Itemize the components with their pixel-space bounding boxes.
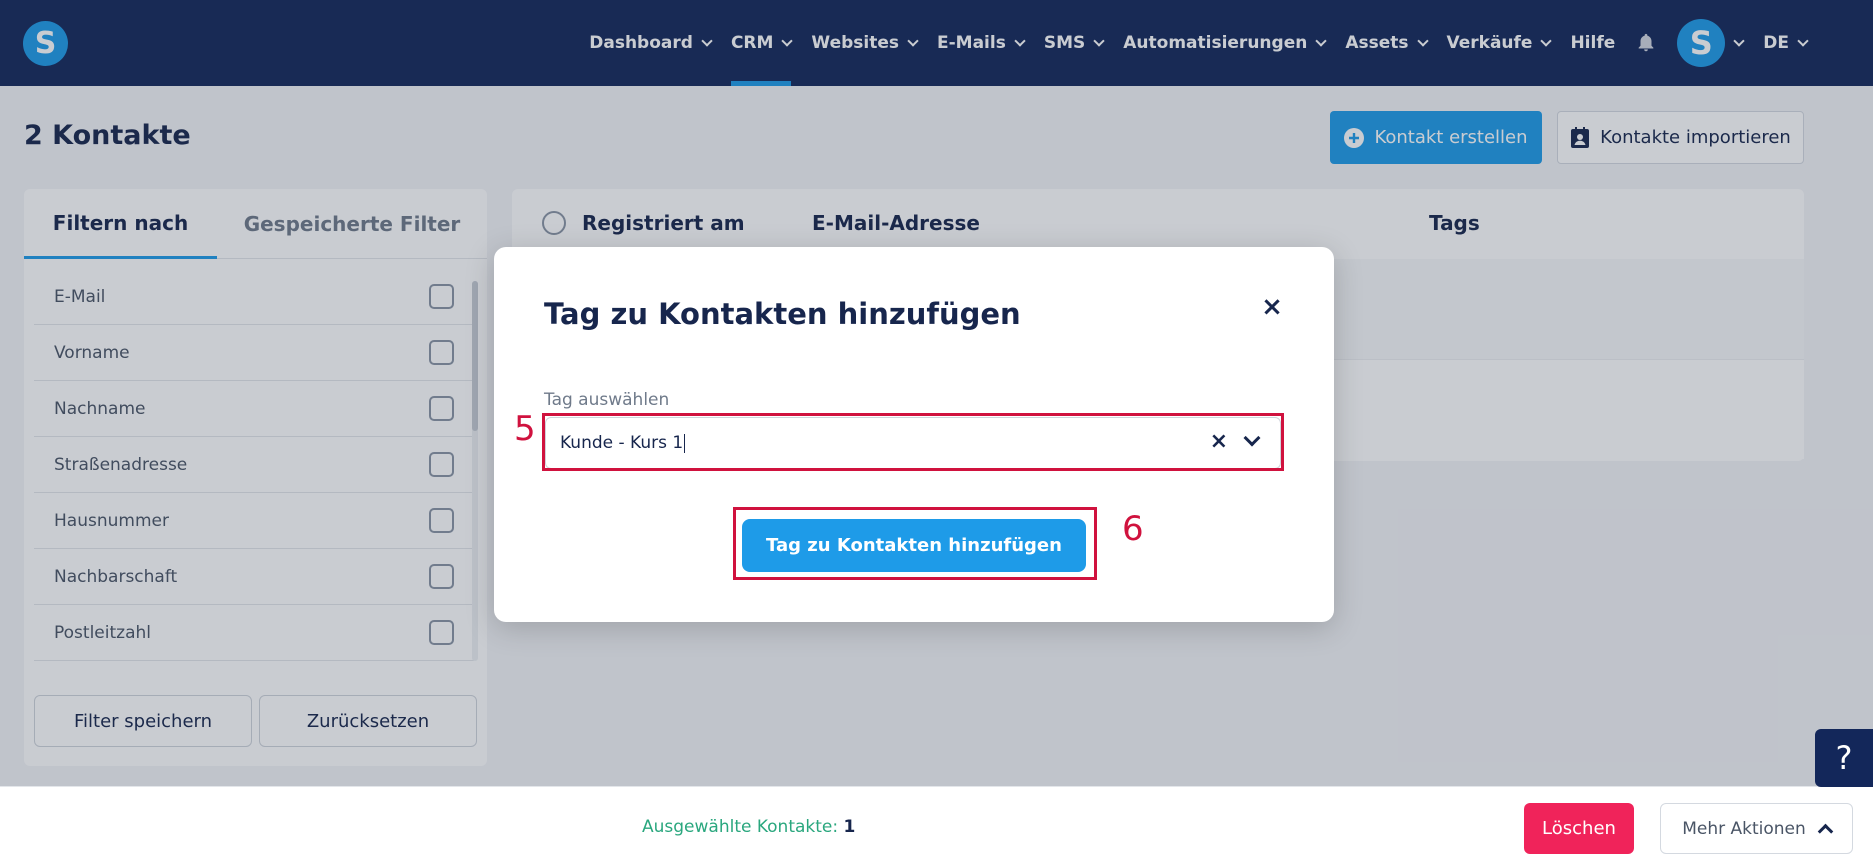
tag-select-label: Tag auswählen bbox=[544, 390, 670, 410]
step-highlight-submit bbox=[733, 507, 1097, 580]
step-number-submit: 6 bbox=[1122, 509, 1144, 549]
step-highlight-select bbox=[542, 413, 1284, 471]
more-actions-label: Mehr Aktionen bbox=[1682, 818, 1806, 839]
selected-contacts-info: Ausgewählte Kontakte: 1 bbox=[642, 817, 855, 837]
delete-button[interactable]: Löschen bbox=[1524, 803, 1634, 854]
step-number-select: 5 bbox=[514, 409, 536, 449]
close-icon[interactable]: × bbox=[1260, 292, 1284, 322]
add-tag-modal: Tag zu Kontakten hinzufügen × Tag auswäh… bbox=[494, 247, 1334, 622]
help-button[interactable]: ? bbox=[1815, 729, 1873, 787]
selected-count: 1 bbox=[843, 817, 856, 837]
bulk-action-footer: Ausgewählte Kontakte: 1 Löschen Mehr Akt… bbox=[0, 786, 1873, 864]
chevron-up-icon bbox=[1817, 823, 1834, 840]
modal-title: Tag zu Kontakten hinzufügen bbox=[544, 297, 1021, 331]
selected-label: Ausgewählte Kontakte: bbox=[642, 817, 839, 837]
more-actions-button[interactable]: Mehr Aktionen bbox=[1660, 803, 1853, 854]
